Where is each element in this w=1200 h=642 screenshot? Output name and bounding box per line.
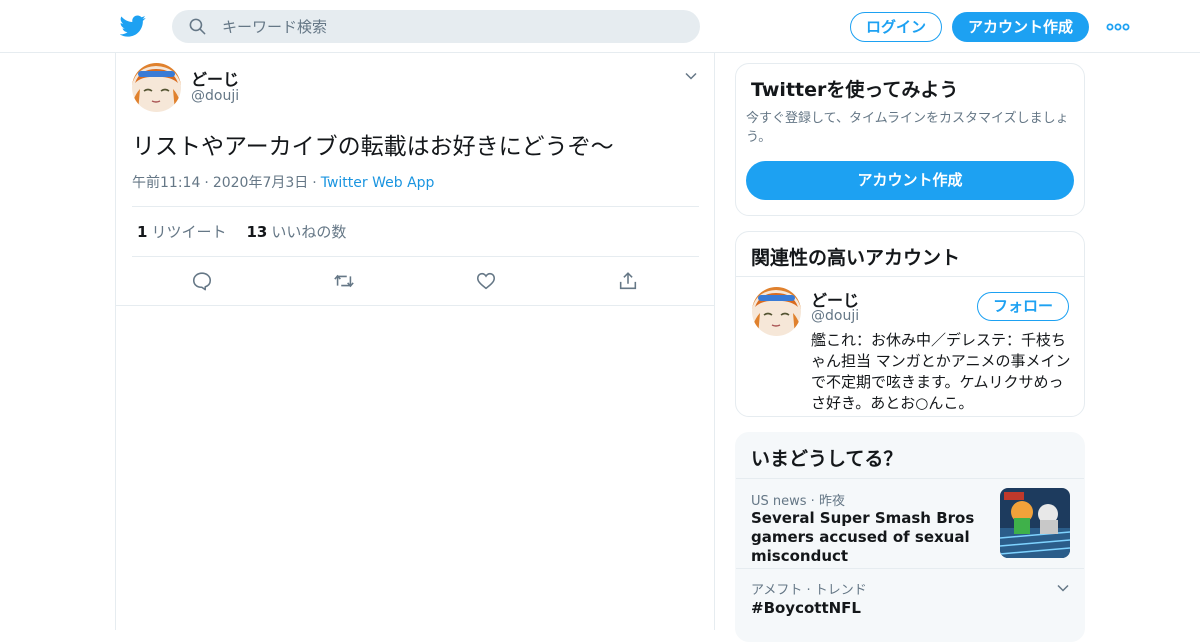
search-input[interactable]	[222, 10, 682, 43]
like-count: 13	[246, 223, 268, 241]
tweet-text: リストやアーカイブの転載はお好きにどうぞ～	[132, 134, 614, 160]
search-icon	[189, 18, 206, 35]
signup-card-title: Twitterを使ってみよう	[751, 79, 959, 101]
related-accounts-title: 関連性の高いアカウント	[751, 247, 961, 269]
avatar[interactable]	[132, 63, 181, 112]
reply-icon[interactable]	[191, 270, 213, 292]
trend-category: US news · 昨夜	[751, 494, 845, 509]
tweet: どーじ @douji リストやアーカイブの転載はお好きにどうぞ～ 午前11:14…	[116, 53, 714, 306]
tweet-author-name[interactable]: どーじ	[191, 66, 239, 90]
tweet-stats: 1 リツイート 13 いいねの数	[137, 221, 346, 242]
related-account-handle[interactable]: @douji	[811, 308, 859, 324]
avatar-image	[752, 287, 801, 336]
trend-thumbnail-image	[1000, 488, 1070, 558]
tweet-metadata: 午前11:14 · 2020年7月3日 · Twitter Web App	[132, 172, 434, 192]
signup-button[interactable]: アカウント作成	[952, 12, 1089, 42]
trends-title: いまどうしてる？	[751, 448, 903, 470]
trend-hashtag[interactable]: #BoycottNFL	[751, 599, 861, 617]
tweet-source-link[interactable]: Twitter Web App	[321, 175, 435, 191]
signup-card-button[interactable]: アカウント作成	[746, 161, 1074, 200]
tweet-time: 午前11:14	[132, 175, 201, 191]
related-account-bio: 艦これ：お休み中／デレステ：千枝ちゃん担当 マンガとかアニメの事メインで不定期で…	[811, 331, 1071, 412]
retweet-stat[interactable]: 1 リツイート	[137, 223, 226, 241]
retweet-count: 1	[137, 223, 148, 241]
divider	[736, 568, 1084, 569]
separator: ·	[204, 175, 209, 191]
retweet-label: リツイート	[151, 223, 227, 241]
share-icon[interactable]	[617, 270, 639, 292]
trends-card: いまどうしてる？ US news · 昨夜 Several Super Smas…	[735, 432, 1085, 642]
avatar[interactable]	[752, 287, 801, 336]
divider	[132, 206, 699, 207]
search-box[interactable]	[172, 10, 700, 43]
top-navigation-bar: ログイン アカウント作成	[0, 0, 1200, 53]
twitter-bird-logo-icon[interactable]	[120, 13, 146, 39]
trend-item[interactable]: Several Super Smash Bros gamers accused …	[751, 509, 996, 566]
main-timeline-column: どーじ @douji リストやアーカイブの転載はお好きにどうぞ～ 午前11:14…	[115, 53, 715, 630]
login-button[interactable]: ログイン	[850, 12, 942, 42]
like-stat[interactable]: 13 いいねの数	[246, 223, 346, 241]
divider	[132, 256, 699, 257]
like-heart-icon[interactable]	[475, 270, 497, 292]
trend-thumbnail[interactable]	[1000, 488, 1070, 558]
signup-card: Twitterを使ってみよう 今すぐ登録して、タイムラインをカスタマイズしましょ…	[735, 63, 1085, 216]
more-options-icon[interactable]	[1106, 18, 1130, 36]
chevron-down-icon[interactable]	[684, 69, 698, 83]
trend-category: アメフト · トレンド	[751, 583, 867, 598]
avatar-image	[132, 63, 181, 112]
like-label: いいねの数	[271, 223, 347, 241]
tweet-date[interactable]: 2020年7月3日	[213, 175, 308, 191]
related-accounts-card: 関連性の高いアカウント どーじ @douji フォロー 艦これ：お休み中／デレス…	[735, 231, 1085, 417]
separator: ·	[312, 175, 317, 191]
retweet-icon[interactable]	[333, 270, 355, 292]
chevron-down-icon[interactable]	[1056, 581, 1070, 595]
tweet-author-handle[interactable]: @douji	[191, 88, 239, 104]
divider	[736, 478, 1084, 479]
signup-card-subtitle: 今すぐ登録して、タイムラインをカスタマイズしましょう。	[746, 111, 1069, 145]
divider	[736, 276, 1084, 277]
follow-button[interactable]: フォロー	[977, 292, 1069, 321]
